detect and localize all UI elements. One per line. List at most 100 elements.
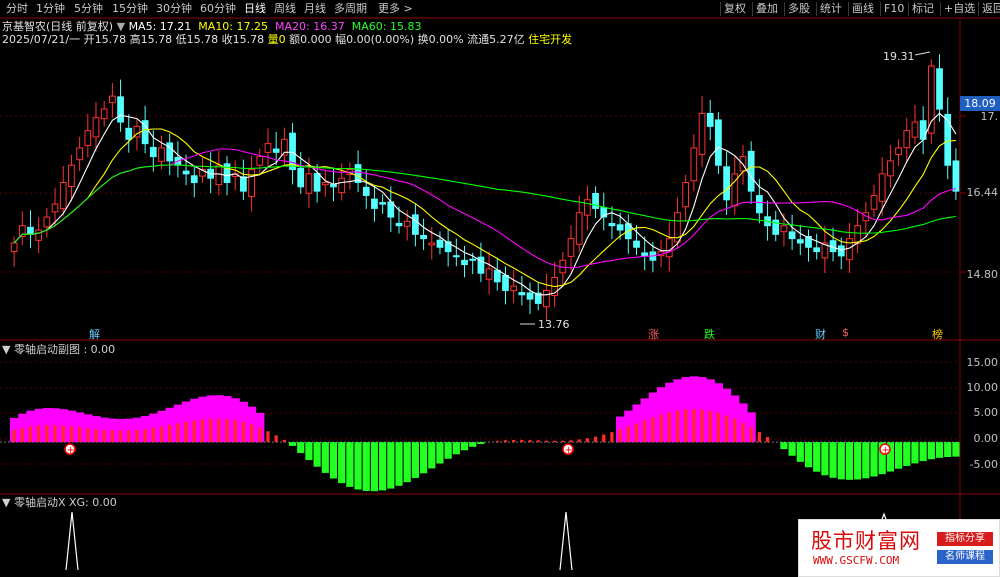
red-bar [176,423,179,442]
start-signal-plus: + [882,445,890,456]
candle-body [511,286,517,290]
green-bar [469,442,476,447]
candle-body [871,195,877,209]
candle-body [85,131,91,146]
red-bar [504,440,507,442]
candle-body [797,240,803,243]
price-axis-label: 14.80 [967,268,999,281]
candle-body [527,293,533,299]
red-bar [275,435,278,442]
candle-body [904,131,910,148]
red-bar [520,440,523,442]
red-bar [618,429,621,442]
green-bar [289,442,296,446]
candle-body [363,187,369,195]
current-price-tag: 18.09 [960,96,1000,111]
red-bar [103,430,106,442]
sub2-title[interactable]: ▼ 零轴启动X XG: 0.00 [2,496,117,510]
start-signal-plus: + [565,445,573,456]
red-bar [70,426,73,442]
candle-body [781,226,787,232]
green-bar [436,442,443,463]
candle-body [609,224,615,226]
red-bar [135,430,138,442]
candle-body [421,235,427,238]
candle-body [756,196,762,213]
red-bar [496,441,499,442]
candle-body [36,230,42,240]
red-bar [741,423,744,442]
red-bar [283,440,286,442]
candle-body [945,114,951,165]
red-bar [217,419,220,443]
green-bar [387,442,394,488]
red-bar [676,411,679,442]
candle-body [265,144,271,153]
watermark-logo: 股市财富网 WWW.GSCFW.COM 指标分享 名师课程 [798,519,1000,577]
candle-body [707,113,713,126]
green-bar [821,442,828,475]
collapse-icon[interactable]: ▼ [2,343,10,356]
green-bar [297,442,304,453]
candle-body [519,293,525,295]
event-marker-ranking[interactable]: 榜 [932,326,943,342]
green-bar [813,442,820,472]
collapse-icon[interactable]: ▼ [2,496,10,509]
green-bar [371,442,378,491]
red-bar [127,430,130,442]
price-axis-label: 17. [981,110,999,123]
event-marker-limit-down[interactable]: 跌 [704,326,715,342]
candle-body [642,253,648,256]
sub1-axis-label: 0.00 [974,432,999,445]
candle-body [494,270,500,281]
event-marker-dividend[interactable]: $ [842,326,849,339]
green-bar [354,442,361,489]
candle-body [101,109,107,119]
candle-body [404,221,410,226]
candle-body [339,178,345,192]
candle-body [912,122,918,137]
green-bar [911,442,918,463]
candle-body [683,183,689,207]
price-axis-label: 16.44 [967,186,999,199]
red-bar [750,427,753,442]
green-bar [445,442,452,459]
red-bar [717,413,720,442]
event-marker-limit-up[interactable]: 涨 [648,326,659,342]
candle-body [896,148,902,155]
candle-body [28,227,34,234]
red-bar [684,410,687,443]
green-bar [952,442,959,456]
candle-body [241,177,247,191]
green-bar [928,442,935,459]
red-bar [569,440,572,442]
candle-body [150,147,156,156]
candle-body [183,171,189,174]
green-bar [461,442,468,450]
xg-signal-spike [66,512,78,570]
red-bar [94,429,97,442]
candle-body [838,246,844,256]
green-bar [420,442,427,473]
red-bar [733,419,736,442]
red-bar [725,415,728,442]
candle-body [879,174,885,201]
candle-body [437,240,443,247]
candle-body [159,148,165,161]
sub1-axis-label: 5.00 [974,406,999,419]
red-bar [152,428,155,442]
event-marker-finance[interactable]: 财 [815,326,826,342]
candle-body [453,256,459,257]
red-bar [193,420,196,442]
kline-chart[interactable]: +++ [0,0,1000,576]
candle-body [331,185,337,187]
red-bar [234,420,237,442]
sub1-title[interactable]: ▼ 零轴启动副图 : 0.00 [2,343,115,357]
red-bar [78,427,81,442]
red-bar [594,437,597,443]
red-bar [528,440,531,442]
candle-body [396,223,402,225]
event-marker-unlock[interactable]: 解 [89,326,100,342]
red-bar [700,410,703,443]
green-bar [854,442,861,479]
